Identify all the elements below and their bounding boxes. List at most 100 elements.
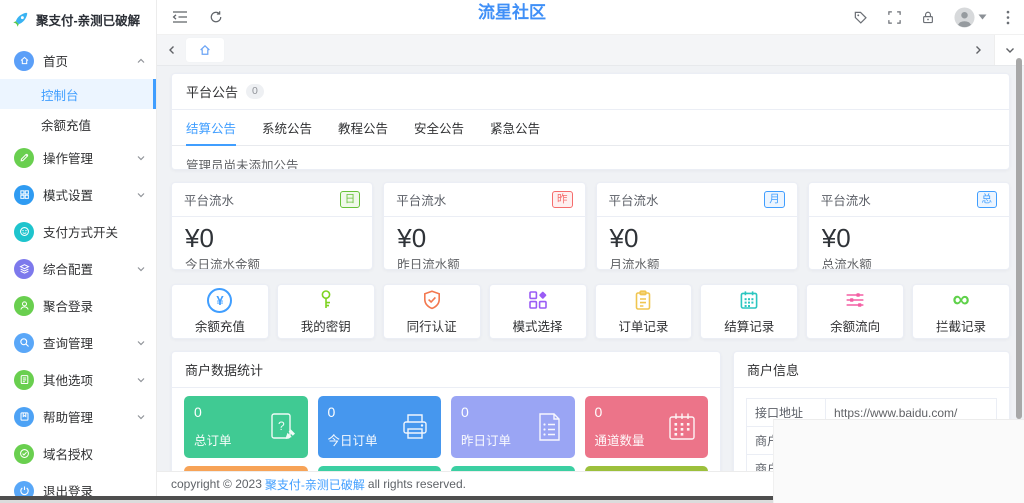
list-doc-icon bbox=[532, 410, 566, 444]
help-icon bbox=[14, 406, 34, 427]
shortcut-my-key[interactable]: 我的密钥 bbox=[276, 284, 375, 339]
tab-bar bbox=[157, 35, 1024, 66]
scrollbar-thumb[interactable] bbox=[1016, 58, 1022, 419]
announcement-title: 平台公告 bbox=[186, 85, 239, 100]
flow-label: 今日流水金额 bbox=[185, 258, 261, 270]
chevron-down-icon bbox=[136, 190, 146, 200]
total-badge: 总 bbox=[976, 191, 997, 208]
merchant-stats-tiles: 0 总订单 ? 0 今日订单 0 昨日订单 0 通道数量 bbox=[172, 388, 720, 458]
lock-icon[interactable] bbox=[921, 10, 935, 25]
announcement-tabs: 结算公告 系统公告 教程公告 安全公告 紧急公告 bbox=[172, 110, 1009, 146]
sliders-icon bbox=[844, 288, 866, 312]
chevron-down-icon bbox=[136, 338, 146, 348]
flow-label: 昨日流水额 bbox=[397, 258, 460, 270]
yen-circle-icon: ¥ bbox=[207, 287, 233, 313]
smiley-icon bbox=[14, 221, 34, 242]
footer-brand-link[interactable]: 聚支付-亲测已破解 bbox=[265, 476, 365, 493]
flow-value: ¥0 bbox=[185, 223, 214, 253]
sidebar: 聚支付-亲测已破解 首页 控制台 余额充值 操作管理 模式设置 支付方式开关 综… bbox=[0, 0, 157, 503]
rocket-logo-icon bbox=[12, 11, 29, 28]
calendar-icon bbox=[738, 288, 760, 312]
edit-doc-icon: ? bbox=[265, 410, 299, 444]
check-circle-icon bbox=[14, 443, 34, 464]
sidebar-item-mode-settings[interactable]: 模式设置 bbox=[0, 176, 156, 213]
tile-yesterday-orders[interactable]: 0 昨日订单 bbox=[451, 396, 575, 458]
shortcut-mode-select[interactable]: 模式选择 bbox=[488, 284, 587, 339]
footer-text: all rights reserved. bbox=[367, 477, 466, 491]
shield-check-icon bbox=[421, 288, 443, 312]
announcement-panel: 平台公告 0 结算公告 系统公告 教程公告 安全公告 紧急公告 管理员尚未添加公… bbox=[171, 73, 1010, 170]
sidebar-item-console[interactable]: 控制台 bbox=[0, 79, 156, 109]
brand-logo[interactable]: 聚支付-亲测已破解 bbox=[0, 0, 156, 38]
tab-settlement-notice[interactable]: 结算公告 bbox=[186, 110, 237, 146]
sidebar-item-operation-mgmt[interactable]: 操作管理 bbox=[0, 139, 156, 176]
tabs-scroll-left-icon[interactable] bbox=[166, 44, 178, 56]
menu-fold-icon[interactable] bbox=[172, 10, 188, 24]
page-title: 流星社区 bbox=[478, 3, 546, 22]
tabs-scroll-right-icon[interactable] bbox=[972, 44, 984, 56]
flow-card-yesterday: 平台流水昨 ¥0 昨日流水额 bbox=[383, 182, 586, 270]
sidebar-item-other-options[interactable]: 其他选项 bbox=[0, 361, 156, 398]
tile-today-orders[interactable]: 0 今日订单 bbox=[317, 396, 441, 458]
caret-down-icon bbox=[978, 14, 987, 20]
sidebar-item-query-mgmt[interactable]: 查询管理 bbox=[0, 324, 156, 361]
sidebar-item-payment-switch[interactable]: 支付方式开关 bbox=[0, 213, 156, 250]
user-menu[interactable] bbox=[954, 6, 987, 28]
avatar bbox=[954, 6, 975, 28]
sidebar-menu: 首页 控制台 余额充值 操作管理 模式设置 支付方式开关 综合配置 聚合登录 查… bbox=[0, 42, 156, 503]
shortcut-intercept-records[interactable]: ∞ 拦截记录 bbox=[912, 284, 1010, 339]
sidebar-item-domain-auth[interactable]: 域名授权 bbox=[0, 435, 156, 472]
tab-system-notice[interactable]: 系统公告 bbox=[262, 110, 312, 146]
grid-icon bbox=[14, 184, 34, 205]
calendar-grid-icon bbox=[665, 410, 699, 444]
merchant-info-title: 商户信息 bbox=[734, 352, 1009, 388]
tile-total-orders[interactable]: 0 总订单 ? bbox=[184, 396, 308, 458]
top-header bbox=[157, 0, 1024, 35]
shortcut-order-records[interactable]: 订单记录 bbox=[594, 284, 693, 339]
tab-home[interactable] bbox=[186, 38, 224, 62]
chevron-down-icon bbox=[136, 153, 146, 163]
printer-icon bbox=[398, 410, 432, 444]
home-icon bbox=[14, 50, 34, 71]
more-kebab-icon[interactable] bbox=[1006, 10, 1010, 25]
user-icon bbox=[14, 295, 34, 316]
flow-label: 总流水额 bbox=[821, 258, 872, 270]
flow-card-today: 平台流水日 ¥0 今日流水金额 bbox=[171, 182, 374, 270]
tab-tutorial-notice[interactable]: 教程公告 bbox=[338, 110, 388, 146]
shortcut-balance-recharge[interactable]: ¥ 余额充值 bbox=[171, 284, 269, 339]
tab-security-notice[interactable]: 安全公告 bbox=[414, 110, 464, 146]
sidebar-item-home[interactable]: 首页 bbox=[0, 42, 156, 79]
tag-icon[interactable] bbox=[853, 10, 868, 25]
clipboard-icon bbox=[632, 288, 654, 312]
layers-icon bbox=[14, 258, 34, 279]
fullscreen-icon[interactable] bbox=[887, 10, 902, 25]
infinity-icon: ∞ bbox=[952, 286, 970, 313]
key-icon bbox=[315, 288, 337, 312]
yesterday-badge: 昨 bbox=[552, 191, 573, 208]
shortcut-settlement-records[interactable]: 结算记录 bbox=[700, 284, 799, 339]
app-window: 聚支付-亲测已破解 首页 控制台 余额充值 操作管理 模式设置 支付方式开关 综… bbox=[0, 0, 1024, 503]
refresh-icon[interactable] bbox=[209, 10, 223, 24]
chevron-down-icon bbox=[136, 375, 146, 385]
chevron-up-icon bbox=[136, 56, 146, 66]
sidebar-item-aggregate-login[interactable]: 聚合登录 bbox=[0, 287, 156, 324]
tile-channel-count[interactable]: 0 通道数量 bbox=[584, 396, 708, 458]
brand-name: 聚支付-亲测已破解 bbox=[36, 13, 141, 28]
tab-urgent-notice[interactable]: 紧急公告 bbox=[490, 110, 540, 146]
announcement-empty-text: 管理员尚未添加公告 bbox=[186, 159, 299, 170]
flow-label: 月流水额 bbox=[609, 258, 660, 270]
sidebar-item-general-config[interactable]: 综合配置 bbox=[0, 250, 156, 287]
shortcut-peer-auth[interactable]: 同行认证 bbox=[382, 284, 481, 339]
shortcut-balance-flow[interactable]: 余额流向 bbox=[806, 284, 905, 339]
announcement-count-badge: 0 bbox=[246, 84, 264, 99]
sidebar-item-help-mgmt[interactable]: 帮助管理 bbox=[0, 398, 156, 435]
month-badge: 月 bbox=[764, 191, 785, 208]
overlay-blank-panel bbox=[773, 419, 1024, 503]
merchant-stats-title: 商户数据统计 bbox=[172, 352, 720, 388]
day-badge: 日 bbox=[339, 191, 361, 208]
flow-card-total: 平台流水总 ¥0 总流水额 bbox=[807, 182, 1010, 270]
flow-card-month: 平台流水月 ¥0 月流水额 bbox=[595, 182, 798, 270]
flow-stats-row: 平台流水日 ¥0 今日流水金额 平台流水昨 ¥0 昨日流水额 平台流水月 ¥0 … bbox=[171, 182, 1010, 270]
sidebar-item-balance-recharge[interactable]: 余额充值 bbox=[0, 109, 156, 139]
chevron-down-icon bbox=[136, 412, 146, 422]
